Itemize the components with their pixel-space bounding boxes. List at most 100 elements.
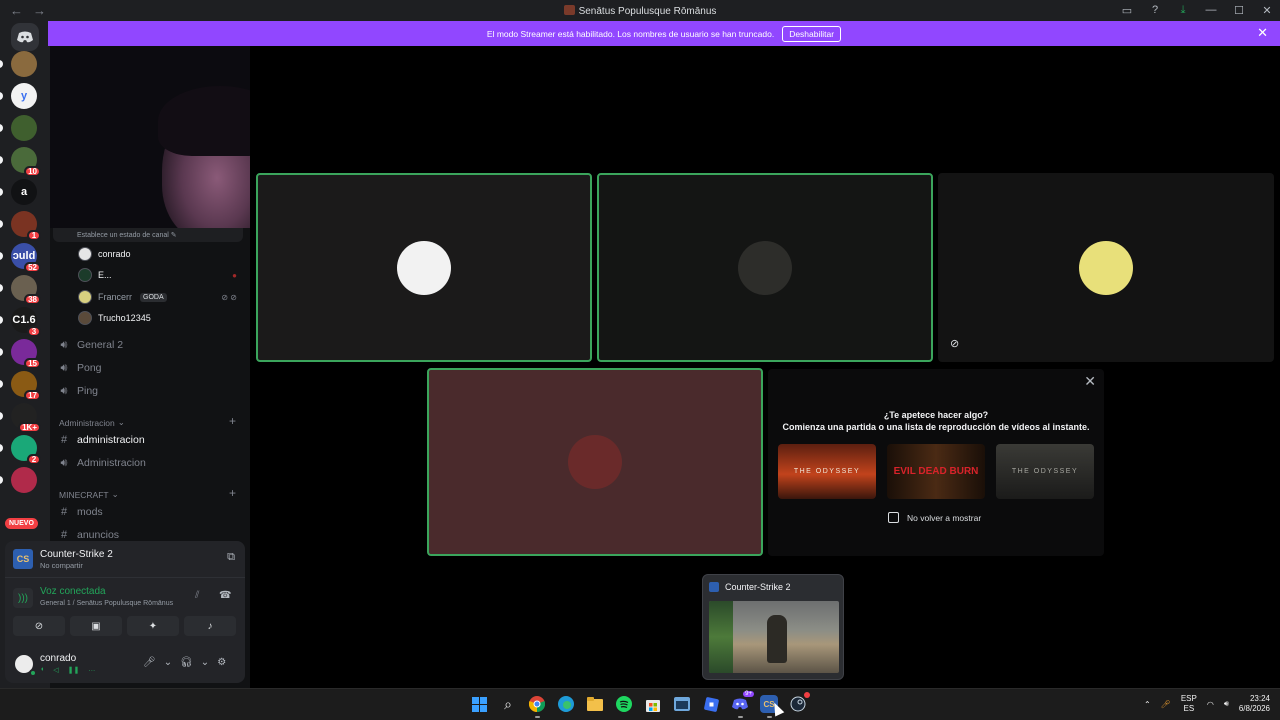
mention-badge: 10 <box>24 166 41 177</box>
voice-channel-pong[interactable]: 🔊︎ Pong <box>58 359 102 377</box>
text-channel-mods[interactable]: # mods <box>58 503 103 521</box>
stream-preview-popup[interactable]: Counter-Strike 2 <box>702 574 844 680</box>
camera-off-button[interactable]: ⊘ <box>13 616 65 636</box>
signal-icon: ))) <box>13 588 33 608</box>
close-window-icon[interactable]: ✕ <box>1260 3 1274 17</box>
discord-taskbar-icon[interactable]: 9+ <box>731 691 754 718</box>
server-icon[interactable]: 15 <box>0 339 41 369</box>
disable-streamer-button[interactable]: Deshabilitar <box>782 25 842 42</box>
mention-badge: 15 <box>24 358 41 369</box>
volume-icon[interactable]: ◖ <box>40 666 44 674</box>
noise-suppression-icon[interactable]: ⫽ <box>195 590 199 601</box>
participant-tile[interactable] <box>597 173 933 362</box>
activity-thumbnail[interactable]: THE ODYSSEY <box>996 444 1094 499</box>
activity-thumbnail[interactable]: EVIL DEAD BURN <box>887 444 985 499</box>
minimize-icon[interactable]: — <box>1204 3 1218 17</box>
add-channel-icon[interactable]: + <box>229 414 236 428</box>
mention-badge: 52 <box>24 262 41 273</box>
gear-icon[interactable]: ⚙ <box>217 657 226 668</box>
wifi-icon[interactable]: ◠ <box>1207 700 1214 709</box>
edge-icon[interactable] <box>557 695 575 713</box>
game-activity-panel: CS Counter-Strike 2 No compartir ⧉ <box>5 541 245 577</box>
disconnect-icon[interactable]: ☎ <box>219 590 231 601</box>
microphone-icon[interactable]: 🎤︎ <box>1161 700 1171 709</box>
server-icon[interactable]: ɔuld 52 <box>0 243 41 273</box>
chevron-up-icon[interactable]: ⌃ <box>1144 700 1151 709</box>
server-icon[interactable]: a <box>0 179 37 205</box>
voice-channel-general-2[interactable]: 🔊︎ General 2 <box>58 336 124 354</box>
set-channel-status[interactable]: Establece un estado de canal ✎ <box>53 228 243 242</box>
voice-channel-administracion[interactable]: 🔊︎ Administracion <box>58 454 146 472</box>
add-channel-icon[interactable]: + <box>229 486 236 500</box>
folder-icon[interactable] <box>586 695 604 713</box>
chevron-down-icon[interactable]: ⌄ <box>201 657 209 668</box>
discord-notification-badge: 9+ <box>743 691 754 697</box>
category-administracion[interactable]: Administracion ⌄ <box>59 417 125 428</box>
language-indicator[interactable]: ESP ES <box>1181 694 1197 714</box>
close-icon[interactable]: ✕ <box>1084 373 1096 390</box>
text-channel-administracion[interactable]: # administracion <box>58 431 145 449</box>
close-icon[interactable]: ✕ <box>1257 25 1268 41</box>
activities-button[interactable]: ✦ <box>127 616 179 636</box>
voice-connection-panel: ))) Voz conectada General 1 / Senātus Po… <box>5 577 245 645</box>
voice-user-name: E... <box>98 270 112 280</box>
server-icon[interactable]: 2 <box>0 435 41 465</box>
back-arrow-icon[interactable]: ← <box>10 3 23 18</box>
help-icon[interactable]: ? <box>1148 3 1162 17</box>
avatar <box>1079 240 1133 295</box>
maximize-icon[interactable]: ☐ <box>1232 3 1246 17</box>
voice-channel-ping[interactable]: 🔊︎ Ping <box>58 382 98 400</box>
chevron-down-icon[interactable]: ⌄ <box>164 657 172 668</box>
share-screen-icon[interactable]: ⧉ <box>227 551 235 564</box>
server-icon[interactable]: C1.6 3 <box>0 307 41 337</box>
voice-user[interactable]: E... ● <box>78 267 243 283</box>
forward-arrow-icon[interactable]: → <box>33 3 46 18</box>
participant-tile[interactable] <box>427 368 763 556</box>
discord-home-button[interactable] <box>11 23 39 51</box>
checkbox[interactable] <box>888 512 899 523</box>
server-icon[interactable]: 1 <box>0 211 41 241</box>
previous-icon[interactable]: ◁ <box>53 666 58 674</box>
more-icon[interactable]: … <box>88 666 95 674</box>
participant-tile[interactable] <box>256 173 592 362</box>
roblox-icon[interactable] <box>702 695 720 713</box>
inbox-icon[interactable]: ▭ <box>1120 3 1134 17</box>
microphone-icon[interactable]: 🎤︎ <box>143 657 156 668</box>
download-icon[interactable]: ⤓ <box>1176 3 1190 17</box>
dont-show-again-option[interactable]: No volver a mostrar <box>888 512 981 523</box>
server-icon[interactable]: y <box>0 83 37 109</box>
activity-thumbnail[interactable]: THE ODYSSEY <box>778 444 876 499</box>
window-title: Senātus Populusque Rōmānus <box>0 5 1280 17</box>
unread-pill <box>0 380 3 388</box>
clock[interactable]: 23:24 6/8/2026 <box>1239 694 1270 714</box>
headphones-icon[interactable]: 🎧︎ <box>180 657 193 668</box>
server-icon[interactable] <box>0 51 37 77</box>
notification-dot <box>804 692 810 698</box>
server-icon[interactable] <box>0 467 37 493</box>
title-bar: ← → Senātus Populusque Rōmānus ▭ ? ⤓ — ☐… <box>0 0 1280 21</box>
server-icon[interactable]: 10 <box>0 147 41 177</box>
pause-icon[interactable]: ❚❚ <box>68 666 80 674</box>
system-tray: ⌃ 🎤︎ ESP ES ◠ 🔊︎ 23:24 6/8/2026 <box>1144 694 1270 714</box>
search-icon[interactable]: ⌕ <box>499 695 517 713</box>
participant-tile[interactable]: ⊘ <box>938 173 1274 362</box>
category-minecraft[interactable]: MINECRAFT ⌄ <box>59 489 119 500</box>
stream-thumbnail <box>709 601 839 673</box>
voice-status: Voz conectada <box>40 586 106 597</box>
volume-icon[interactable]: 🔊︎ <box>1224 699 1229 709</box>
start-icon[interactable] <box>470 695 488 713</box>
voice-user[interactable]: conrado <box>78 246 243 262</box>
chrome-icon[interactable] <box>528 695 546 718</box>
voice-user[interactable]: Trucho12345 <box>78 310 243 326</box>
server-icon[interactable] <box>0 115 37 141</box>
screen-share-button[interactable]: ▣ <box>70 616 122 636</box>
steam-icon[interactable] <box>789 692 810 713</box>
server-icon[interactable]: 17 <box>0 371 41 401</box>
spotify-icon[interactable] <box>615 695 633 713</box>
app-window-icon[interactable] <box>673 695 691 713</box>
server-icon[interactable]: 1K+ <box>0 403 41 433</box>
store-icon[interactable] <box>644 695 662 713</box>
soundboard-button[interactable]: ♪ <box>184 616 236 636</box>
voice-user[interactable]: Francerr GODA ⊘ ⊘ <box>78 289 243 305</box>
server-icon[interactable]: 38 <box>0 275 41 305</box>
